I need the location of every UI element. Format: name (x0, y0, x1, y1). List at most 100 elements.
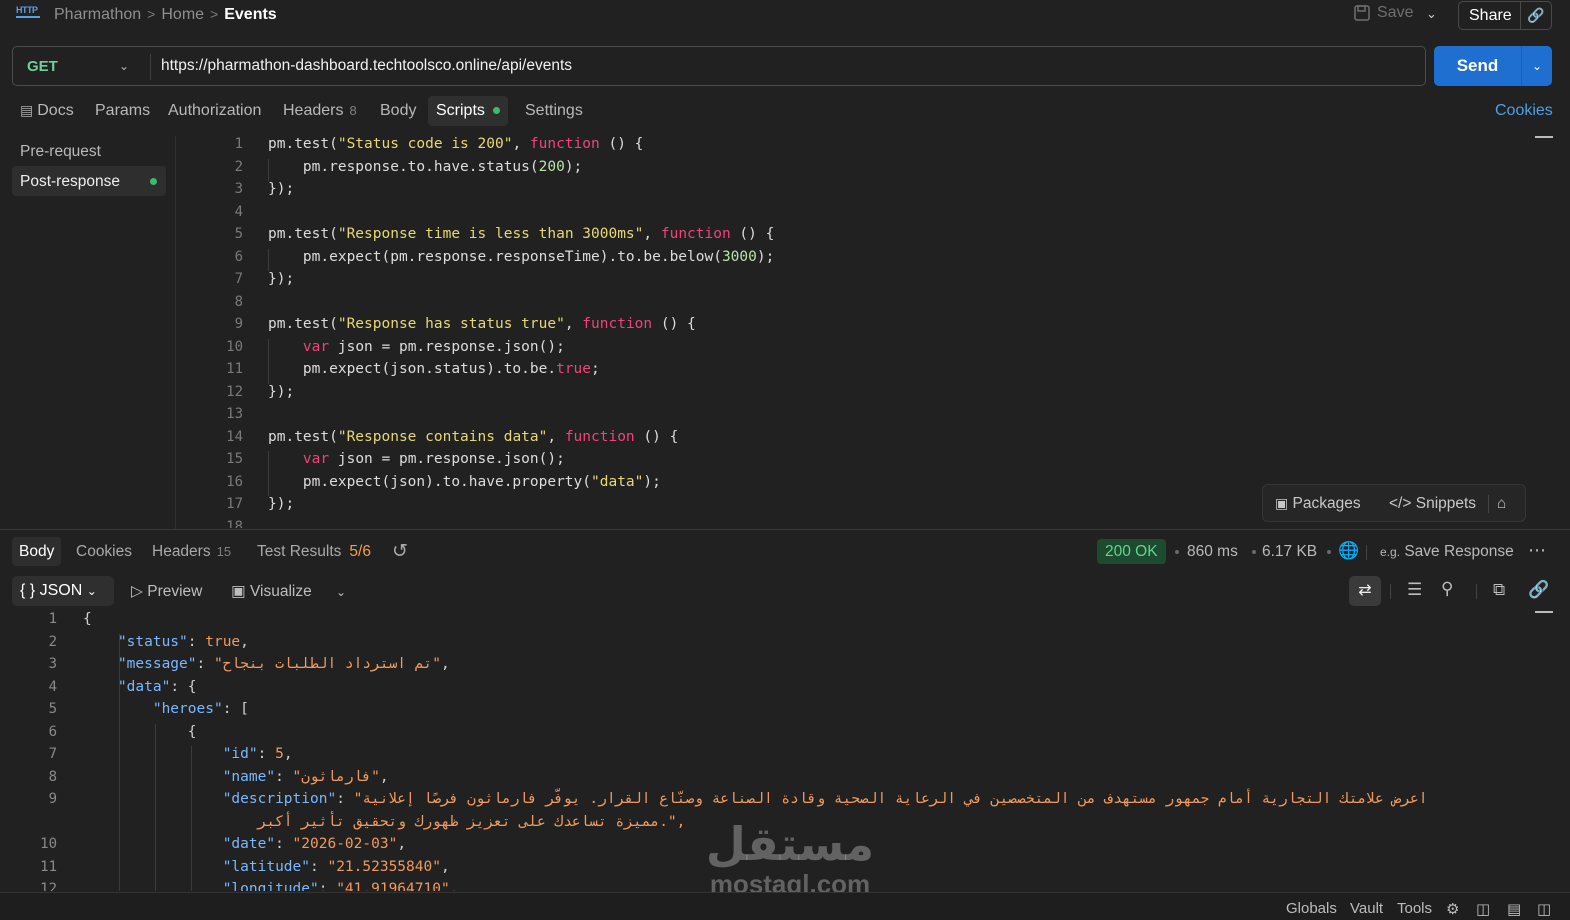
line-number: 9 (48, 791, 57, 807)
code-text: }); (268, 271, 295, 287)
scrollbar[interactable] (1535, 611, 1553, 613)
method-select[interactable]: GET (27, 58, 58, 75)
line-number: 4 (48, 678, 57, 695)
active-dot (150, 178, 157, 185)
snippets-button[interactable]: </> Snippets (1389, 495, 1476, 513)
indent-guide (268, 248, 269, 271)
response-tab-headers[interactable]: Headers 15 (152, 543, 231, 561)
chevron-down-icon[interactable]: ⌄ (119, 59, 129, 73)
json-line: 7 "id": 5, (0, 746, 1535, 768)
wrap-lines-icon[interactable]: ⇄ (1349, 576, 1381, 606)
response-tab-test-results-label: Test Results (257, 543, 342, 560)
status-badge[interactable]: 200 OK (1097, 539, 1166, 564)
filter-icon[interactable]: ☰ (1407, 580, 1422, 600)
preview-button[interactable]: ▷ Preview (131, 582, 202, 601)
indent-guide (268, 451, 269, 496)
copy-link-icon[interactable]: 🔗 (1519, 2, 1551, 29)
tab-headers[interactable]: Headers 8 (283, 102, 357, 124)
response-tab-cookies-label: Cookies (76, 543, 132, 560)
broom-icon[interactable]: ⌂ (1497, 495, 1506, 513)
chevron-down-icon[interactable]: ⌄ (1521, 46, 1552, 86)
code-text: var json = pm.response.json(); (302, 338, 565, 355)
chevron-down-icon[interactable]: ⌄ (1426, 6, 1437, 22)
search-icon[interactable]: ⚲ (1441, 579, 1453, 599)
cookies-link[interactable]: Cookies (1495, 102, 1553, 120)
code-line: 5 pm.test("Response time is less than 300… (180, 226, 1530, 248)
script-pre-request[interactable]: Pre-request (20, 143, 101, 161)
tab-params[interactable]: Params (95, 102, 150, 124)
code-text: }); (268, 496, 295, 512)
breadcrumb-item-collection[interactable]: Home (161, 6, 204, 23)
tab-body[interactable]: Body (380, 102, 416, 124)
copy-icon[interactable]: ⧉ (1493, 580, 1505, 600)
share-button[interactable]: Share 🔗 (1458, 1, 1552, 30)
line-number: 9 (234, 316, 243, 332)
json-line: 1{ (0, 611, 1535, 633)
line-number: 7 (48, 746, 57, 762)
indent-guide (191, 746, 192, 891)
tab-headers-label: Headers (283, 102, 344, 119)
script-post-response[interactable]: Post-response (12, 166, 166, 196)
code-text: }); (268, 383, 295, 400)
response-tab-body[interactable]: Body (12, 537, 62, 566)
response-tab-cookies[interactable]: Cookies (76, 543, 132, 561)
history-icon[interactable]: ↺ (392, 540, 408, 563)
packages-button[interactable]: ▣ Packages (1275, 495, 1361, 513)
settings-sliders-icon[interactable]: ⚙ (1446, 900, 1459, 918)
code-line: 12}); (180, 384, 1530, 406)
indent-guide (119, 633, 120, 891)
tab-authorization[interactable]: Authorization (168, 102, 261, 124)
tab-scripts[interactable]: Scripts (428, 96, 508, 126)
watermark: مستقل mostaql.com (690, 818, 890, 898)
url-input[interactable] (161, 55, 1411, 77)
response-size[interactable]: 6.17 KB (1262, 543, 1317, 561)
tab-settings-label: Settings (525, 102, 583, 119)
code-icon: </> (1389, 495, 1412, 512)
more-options-icon[interactable]: ⋯ (1528, 540, 1546, 561)
line-number: 14 (226, 428, 243, 445)
image-icon: ▣ (231, 583, 246, 600)
format-select[interactable]: { } JSON ⌄ (12, 576, 114, 606)
pane-divider[interactable] (0, 529, 1570, 530)
send-button[interactable]: Send ⌄ (1434, 46, 1552, 86)
bottom-panel-icon[interactable]: ▤ (1507, 900, 1521, 918)
line-number: 1 (234, 136, 243, 152)
visualize-button[interactable]: ▣ Visualize (231, 582, 312, 601)
save-response-label: Save Response (1404, 543, 1514, 560)
response-tab-body-label: Body (19, 543, 55, 560)
line-number: 6 (234, 248, 243, 265)
line-number: 11 (226, 361, 243, 377)
code-line: 3}); (180, 181, 1530, 203)
network-icon[interactable]: 🌐 (1338, 541, 1359, 561)
save-label: Save (1377, 4, 1414, 21)
vault-button[interactable]: Vault (1350, 900, 1383, 917)
chevron-right-icon: > (210, 6, 219, 22)
code-line: 15 var json = pm.response.json(); (180, 451, 1530, 473)
tab-body-label: Body (380, 102, 417, 119)
save-response-button[interactable]: e.g. Save Response (1380, 543, 1514, 561)
line-number: 15 (226, 451, 243, 467)
globals-button[interactable]: Globals (1286, 900, 1337, 917)
tab-settings[interactable]: Settings (525, 102, 583, 124)
response-time[interactable]: 860 ms (1187, 543, 1238, 561)
breadcrumb-item-request[interactable]: Events (224, 6, 276, 23)
line-number: 5 (234, 226, 243, 242)
save-button[interactable]: Save (1353, 4, 1413, 22)
breadcrumb-item-workspace[interactable]: Pharmathon (54, 6, 141, 23)
divider (1366, 545, 1367, 560)
response-tab-test-results[interactable]: Test Results 5/6 (257, 543, 371, 561)
watermark-arabic: مستقل (705, 818, 875, 870)
right-panel-icon[interactable]: ◫ (1537, 900, 1551, 918)
chevron-down-icon: ⌄ (86, 584, 97, 598)
code-text: pm.expect(json).to.have.property("data")… (268, 473, 661, 490)
scrollbar[interactable] (1535, 136, 1553, 138)
indent-guide (268, 338, 269, 384)
sidebar-toggle-icon[interactable]: ◫ (1476, 900, 1490, 918)
tools-button[interactable]: Tools (1397, 900, 1432, 917)
code-text: pm.test("Response time is less than 3000… (268, 226, 775, 242)
tab-docs[interactable]: ▤ Docs (20, 102, 74, 124)
script-editor[interactable]: 1 pm.test("Status code is 200", function … (180, 136, 1530, 528)
docs-icon: ▤ (20, 102, 34, 118)
chevron-down-icon[interactable]: ⌄ (336, 585, 346, 599)
link-icon[interactable]: 🔗 (1528, 580, 1549, 600)
